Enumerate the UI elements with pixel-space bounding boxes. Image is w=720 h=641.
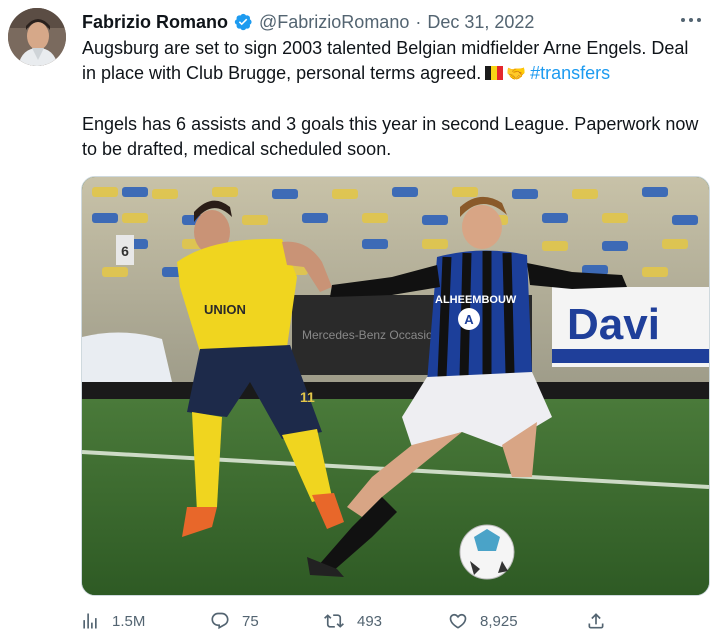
like-button[interactable]: 8,925 [448,606,518,636]
avatar[interactable] [8,8,66,66]
reply-count: 75 [242,612,259,630]
shirt-letter: A [464,312,474,327]
like-icon [449,613,467,629]
separator-dot: · [415,11,422,32]
svg-text:Mercedes-Benz Occasions: Mercedes-Benz Occasions [302,328,445,342]
tweet-paragraph-1: Augsburg are set to sign 2003 talented B… [82,36,702,87]
tweet-text: Augsburg are set to sign 2003 talented B… [82,36,702,162]
reply-button[interactable]: 75 [210,606,259,636]
action-bar: 1.5M 75 493 8,925 [80,606,620,636]
tweet-date[interactable]: Dec 31, 2022 [427,12,534,33]
hashtag-link[interactable]: #transfers [530,63,610,83]
views-button[interactable]: 1.5M [80,606,145,636]
share-icon [588,613,604,629]
retweet-button[interactable]: 493 [323,606,382,636]
tweet-header: Fabrizio Romano @FabrizioRomano · Dec 31… [82,10,534,34]
views-count: 1.5M [112,612,146,630]
verified-badge-icon [233,12,253,32]
tweet-photo[interactable]: 6 Mercedes-Benz Occasions Davi UNION 11 … [81,176,710,596]
more-icon[interactable] [676,8,706,32]
reply-icon [211,612,229,630]
belgium-flag-icon [485,62,504,80]
retweet-icon [324,614,344,628]
shorts-number: 11 [300,389,315,405]
author-handle[interactable]: @FabrizioRomano [259,12,409,33]
author-name[interactable]: Fabrizio Romano [82,12,228,33]
handshake-icon: 🤝 [506,66,527,83]
sign-text: Davi [567,300,660,349]
share-button[interactable] [586,606,618,636]
post-number: 6 [121,243,129,259]
tweet-paragraph-2: Engels has 6 assists and 3 goals this ye… [82,114,699,159]
yellow-shirt-text: UNION [204,302,246,317]
tweet: Fabrizio Romano @FabrizioRomano · Dec 31… [0,0,720,641]
views-icon [83,613,97,629]
like-count: 8,925 [480,612,518,630]
sponsor-text: ALHEEMBOUW [435,294,517,306]
retweet-count: 493 [357,612,383,630]
